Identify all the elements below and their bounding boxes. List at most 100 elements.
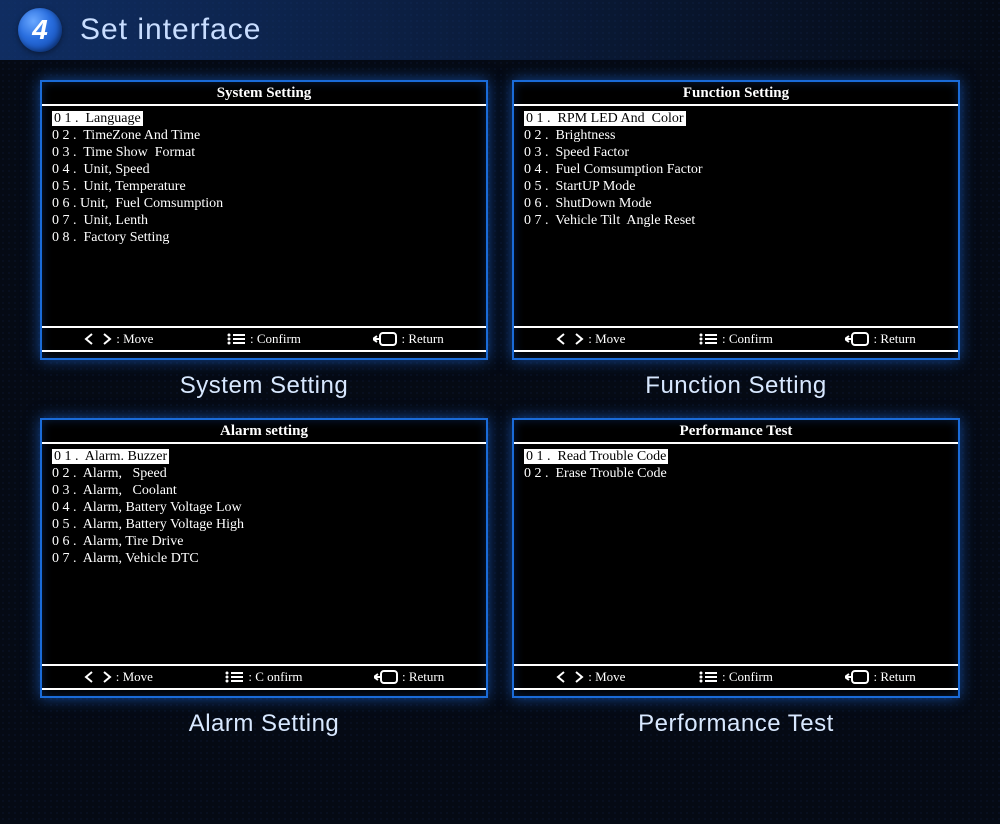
menu-item-label: 0 2 . Alarm, Speed	[52, 466, 167, 481]
panel-footer: : Move : Confirm : Return	[514, 664, 958, 690]
menu-item-label: 0 6 . Alarm, Tire Drive	[52, 534, 183, 549]
menu-item-label: 0 4 . Unit, Speed	[52, 162, 150, 177]
hint-return: : Return	[845, 669, 915, 685]
panel-footer: : Move : Confirm : Return	[514, 326, 958, 352]
list-icon	[226, 332, 246, 346]
menu-item-label: 0 5 . Alarm, Battery Voltage High	[52, 517, 244, 532]
menu-item[interactable]: 0 2 . TimeZone And Time	[52, 127, 476, 144]
hint-return-text: : Return	[402, 669, 444, 685]
menu-item[interactable]: 0 6 . Unit, Fuel Comsumption	[52, 195, 476, 212]
step-badge: 4	[18, 8, 62, 52]
menu-item[interactable]: 0 4 . Fuel Comsumption Factor	[524, 161, 948, 178]
hint-move-text: : Move	[116, 331, 153, 347]
menu-item-label: 0 5 . StartUP Mode	[524, 179, 635, 194]
menu-item-label: 0 4 . Alarm, Battery Voltage Low	[52, 500, 242, 515]
panel-performance-test: Performance Test0 1 . Read Trouble Code0…	[512, 418, 960, 698]
menu-item-label: 0 6 . ShutDown Mode	[524, 196, 652, 211]
panel-footer: : Move : Confirm : Return	[42, 326, 486, 352]
menu-item[interactable]: 0 2 . Alarm, Speed	[52, 465, 476, 482]
menu-item-label: 0 2 . Brightness	[524, 128, 615, 143]
menu-item[interactable]: 0 1 . Read Trouble Code	[524, 448, 948, 465]
hint-move: : Move	[556, 331, 625, 347]
list-icon	[698, 670, 718, 684]
panel-title: Alarm setting	[42, 420, 486, 444]
menu-item-label: 0 3 . Alarm, Coolant	[52, 483, 177, 498]
menu-item[interactable]: 0 6 . Alarm, Tire Drive	[52, 533, 476, 550]
return-icon	[373, 332, 397, 346]
menu-item[interactable]: 0 8 . Factory Setting	[52, 229, 476, 246]
list-icon	[224, 670, 244, 684]
hint-confirm-text: : Confirm	[722, 331, 773, 347]
hint-move: : Move	[84, 669, 153, 685]
menu-item-label: 0 1 . Language	[52, 111, 143, 126]
hint-confirm: : C onfirm	[224, 669, 302, 685]
section-title: Set interface	[80, 13, 261, 47]
hint-return: : Return	[845, 331, 915, 347]
menu-list: 0 1 . Read Trouble Code 0 2 . Erase Troub…	[514, 444, 958, 664]
menu-item[interactable]: 0 2 . Erase Trouble Code	[524, 465, 948, 482]
menu-item[interactable]: 0 3 . Alarm, Coolant	[52, 482, 476, 499]
menu-item[interactable]: 0 7 . Vehicle Tilt Angle Reset	[524, 212, 948, 229]
menu-item[interactable]: 0 4 . Alarm, Battery Voltage Low	[52, 499, 476, 516]
return-icon	[374, 670, 398, 684]
arrows-icon	[556, 333, 584, 345]
hint-move-text: : Move	[588, 669, 625, 685]
menu-item-label: 0 7 . Vehicle Tilt Angle Reset	[524, 213, 695, 228]
menu-item-label: 0 1 . Read Trouble Code	[524, 449, 668, 464]
menu-item-label: 0 2 . Erase Trouble Code	[524, 466, 667, 481]
hint-confirm: : Confirm	[698, 669, 773, 685]
hint-move: : Move	[556, 669, 625, 685]
menu-item[interactable]: 0 2 . Brightness	[524, 127, 948, 144]
menu-list: 0 1 . RPM LED And Color0 2 . Brightness 0…	[514, 106, 958, 326]
hint-move-text: : Move	[116, 669, 153, 685]
menu-item[interactable]: 0 1 . RPM LED And Color	[524, 110, 948, 127]
hint-confirm-text: : Confirm	[722, 669, 773, 685]
panel-title: System Setting	[42, 82, 486, 106]
menu-list: 0 1 . Alarm. Buzzer 0 2 . Alarm, Speed 0 3…	[42, 444, 486, 664]
hint-return-text: : Return	[873, 669, 915, 685]
panel-title: Function Setting	[514, 82, 958, 106]
menu-item-label: 0 7 . Unit, Lenth	[52, 213, 148, 228]
menu-item-label: 0 2 . TimeZone And Time	[52, 128, 200, 143]
menu-item[interactable]: 0 4 . Unit, Speed	[52, 161, 476, 178]
menu-item-label: 0 8 . Factory Setting	[52, 230, 169, 245]
step-number: 4	[32, 14, 48, 46]
return-icon	[845, 670, 869, 684]
arrows-icon	[84, 671, 112, 683]
menu-item-label: 0 3 . Speed Factor	[524, 145, 629, 160]
menu-item[interactable]: 0 1 . Language	[52, 110, 476, 127]
menu-item-label: 0 3 . Time Show Format	[52, 145, 195, 160]
menu-item-label: 0 1 . Alarm. Buzzer	[52, 449, 169, 464]
list-icon	[698, 332, 718, 346]
menu-item-label: 0 4 . Fuel Comsumption Factor	[524, 162, 703, 177]
panel-alarm-setting: Alarm setting 0 1 . Alarm. Buzzer 0 2 . Al…	[40, 418, 488, 698]
hint-confirm-text: : C onfirm	[248, 669, 302, 685]
hint-confirm-text: : Confirm	[250, 331, 301, 347]
menu-item-label: 0 6 . Unit, Fuel Comsumption	[52, 196, 223, 211]
menu-item[interactable]: 0 1 . Alarm. Buzzer	[52, 448, 476, 465]
panel-title: Performance Test	[514, 420, 958, 444]
hint-move: : Move	[84, 331, 153, 347]
menu-item[interactable]: 0 3 . Speed Factor	[524, 144, 948, 161]
hint-return: : Return	[373, 331, 443, 347]
panel-footer: : Move : C onfirm : Return	[42, 664, 486, 690]
menu-item[interactable]: 0 3 . Time Show Format	[52, 144, 476, 161]
panel-caption: Function Setting	[512, 372, 960, 400]
panel-system-setting: System Setting 0 1 . Language 0 2 . TimeZo…	[40, 80, 488, 360]
menu-item[interactable]: 0 5 . Unit, Temperature	[52, 178, 476, 195]
menu-item[interactable]: 0 5 . Alarm, Battery Voltage High	[52, 516, 476, 533]
menu-item[interactable]: 0 6 . ShutDown Mode	[524, 195, 948, 212]
panel-function-setting: Function Setting0 1 . RPM LED And Color0…	[512, 80, 960, 360]
menu-item[interactable]: 0 7 . Unit, Lenth	[52, 212, 476, 229]
arrows-icon	[84, 333, 112, 345]
hint-move-text: : Move	[588, 331, 625, 347]
menu-item[interactable]: 0 5 . StartUP Mode	[524, 178, 948, 195]
menu-list: 0 1 . Language 0 2 . TimeZone And Time 0 3…	[42, 106, 486, 326]
arrows-icon	[556, 671, 584, 683]
hint-return: : Return	[374, 669, 444, 685]
hint-return-text: : Return	[401, 331, 443, 347]
menu-item[interactable]: 0 7 . Alarm, Vehicle DTC	[52, 550, 476, 567]
hint-return-text: : Return	[873, 331, 915, 347]
hint-confirm: : Confirm	[226, 331, 301, 347]
panel-caption: System Setting	[40, 372, 488, 400]
